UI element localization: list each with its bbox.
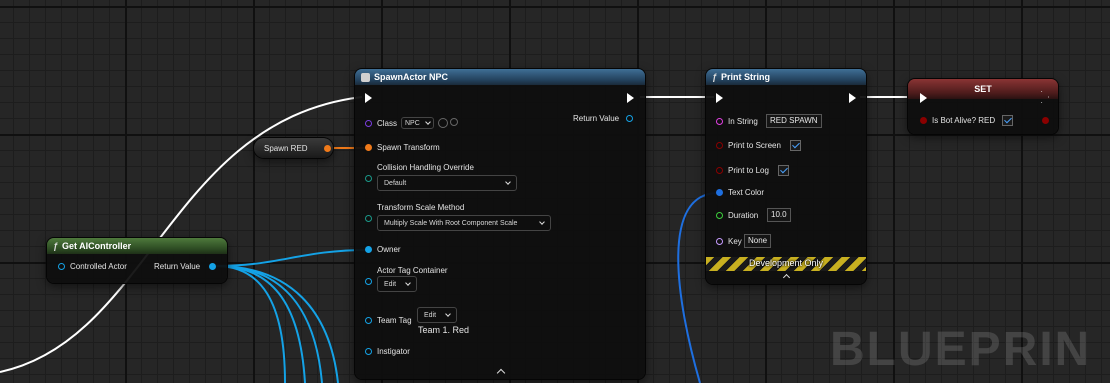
spawn-actor-icon	[361, 72, 370, 82]
function-icon: ƒ	[53, 241, 59, 251]
is-bot-alive-label: Is Bot Alive? RED	[932, 116, 996, 125]
print-screen-pin[interactable]	[716, 142, 723, 149]
set-node-title: SET	[974, 84, 992, 94]
print-log-checkbox[interactable]	[778, 165, 789, 176]
get-ai-controller-title: Get AIController	[62, 241, 132, 251]
spawn-transform-label: Spawn Transform	[377, 143, 440, 152]
scale-method-select[interactable]: Multiply Scale With Root Component Scale	[377, 215, 551, 231]
class-select-value: NPC	[405, 119, 420, 127]
collision-select-value: Default	[384, 179, 407, 187]
development-only-label: Development Only	[748, 258, 824, 268]
key-pin[interactable]	[716, 238, 723, 245]
spawn-actor-title: SpawnActor NPC	[374, 72, 449, 82]
print-string-title: Print String	[721, 72, 771, 82]
text-color-label: Text Color	[728, 188, 765, 197]
instigator-label: Instigator	[377, 347, 410, 356]
print-exec-out-pin[interactable]	[849, 93, 856, 103]
set-node-header[interactable]: SET	[908, 79, 1058, 99]
duration-pin[interactable]	[716, 212, 723, 219]
is-bot-alive-checkbox[interactable]	[1002, 115, 1013, 126]
spawn-exec-out-pin[interactable]	[627, 93, 634, 103]
set-exec-out-pin[interactable]	[1041, 91, 1049, 103]
owner-label: Owner	[377, 245, 401, 254]
in-string-pin[interactable]	[716, 118, 723, 125]
print-string-node[interactable]: ƒ Print String In String RED SPAWN Print…	[706, 69, 866, 284]
spawn-actor-header[interactable]: SpawnActor NPC	[355, 69, 645, 85]
chevron-down-icon	[405, 280, 411, 286]
collision-label: Collision Handling Override	[377, 163, 474, 172]
owner-wire	[215, 249, 369, 267]
print-log-label: Print to Log	[728, 166, 769, 175]
spawn-red-variable-node[interactable]: Spawn RED	[254, 138, 333, 158]
browse-icon[interactable]	[438, 118, 448, 128]
print-log-pin[interactable]	[716, 167, 723, 174]
set-node[interactable]: SET Is Bot Alive? RED	[908, 79, 1058, 134]
ai-return-value-label: Return Value	[154, 262, 201, 271]
print-screen-checkbox[interactable]	[790, 140, 801, 151]
spawn-red-out-pin[interactable]	[324, 145, 331, 152]
in-string-label: In String	[728, 117, 758, 126]
class-select[interactable]: NPC	[401, 117, 434, 129]
development-only-banner: Development Only	[706, 257, 866, 271]
spawn-red-label: Spawn RED	[264, 144, 308, 153]
tag-container-label: Actor Tag Container	[377, 266, 448, 275]
controlled-actor-label: Controlled Actor	[70, 262, 127, 271]
team-tag-edit-button[interactable]: Edit	[417, 307, 457, 323]
owner-pin[interactable]	[365, 246, 372, 253]
chevron-down-icon	[505, 179, 511, 185]
key-label: Key	[728, 237, 742, 246]
text-color-pin[interactable]	[716, 189, 723, 196]
chevron-down-icon	[425, 119, 431, 125]
spawn-actor-node[interactable]: SpawnActor NPC Class NPC Return Value Sp…	[355, 69, 645, 379]
controlled-actor-pin[interactable]	[58, 263, 65, 270]
team-tag-edit-label: Edit	[424, 311, 437, 319]
return-value-label: Return Value	[573, 114, 620, 123]
key-input[interactable]: None	[744, 234, 772, 248]
function-icon: ƒ	[712, 72, 718, 82]
is-bot-alive-in-pin[interactable]	[920, 117, 927, 124]
ai-return-value-pin[interactable]	[209, 263, 216, 270]
print-exec-in-pin[interactable]	[716, 93, 723, 103]
return-value-pin[interactable]	[626, 115, 633, 122]
collapse-arrow-icon[interactable]	[496, 368, 506, 378]
collision-pin[interactable]	[365, 175, 372, 182]
collapse-arrow-icon[interactable]	[782, 273, 791, 282]
team-tag-value: Team 1. Red	[418, 325, 470, 335]
scale-method-value: Multiply Scale With Root Component Scale	[384, 219, 518, 227]
get-ai-controller-node[interactable]: ƒ Get AIController Controlled Actor Retu…	[47, 238, 227, 283]
search-icon[interactable]	[450, 118, 458, 126]
class-pin[interactable]	[365, 120, 372, 127]
in-string-input[interactable]: RED SPAWN	[766, 114, 822, 128]
tag-container-edit-button[interactable]: Edit	[377, 276, 417, 292]
is-bot-alive-out-pin[interactable]	[1042, 117, 1049, 124]
print-string-header[interactable]: ƒ Print String	[706, 69, 866, 85]
blueprint-graph[interactable]: SpawnActor NPC Class NPC Return Value Sp…	[0, 0, 1110, 383]
get-ai-controller-header[interactable]: ƒ Get AIController	[47, 238, 227, 254]
tag-container-edit-label: Edit	[384, 280, 397, 288]
team-tag-label: Team Tag	[377, 316, 412, 325]
spawn-exec-in-pin[interactable]	[365, 93, 372, 103]
chevron-down-icon	[445, 311, 451, 317]
blueprint-watermark: BLUEPRIN	[830, 323, 1092, 376]
duration-input[interactable]: 10.0	[767, 208, 791, 222]
spawn-transform-pin[interactable]	[365, 144, 372, 151]
tag-container-pin[interactable]	[365, 278, 372, 285]
duration-label: Duration	[728, 211, 759, 220]
print-screen-label: Print to Screen	[728, 141, 781, 150]
team-tag-pin[interactable]	[365, 317, 372, 324]
class-label: Class	[377, 119, 398, 128]
collision-select[interactable]: Default	[377, 175, 517, 191]
scale-method-label: Transform Scale Method	[377, 203, 465, 212]
ai-wire-1	[215, 265, 286, 383]
chevron-down-icon	[539, 219, 545, 225]
set-exec-in-pin[interactable]	[920, 93, 927, 103]
scale-method-pin[interactable]	[365, 215, 372, 222]
instigator-pin[interactable]	[365, 348, 372, 355]
exec-out-outline-icon	[1041, 91, 1049, 103]
